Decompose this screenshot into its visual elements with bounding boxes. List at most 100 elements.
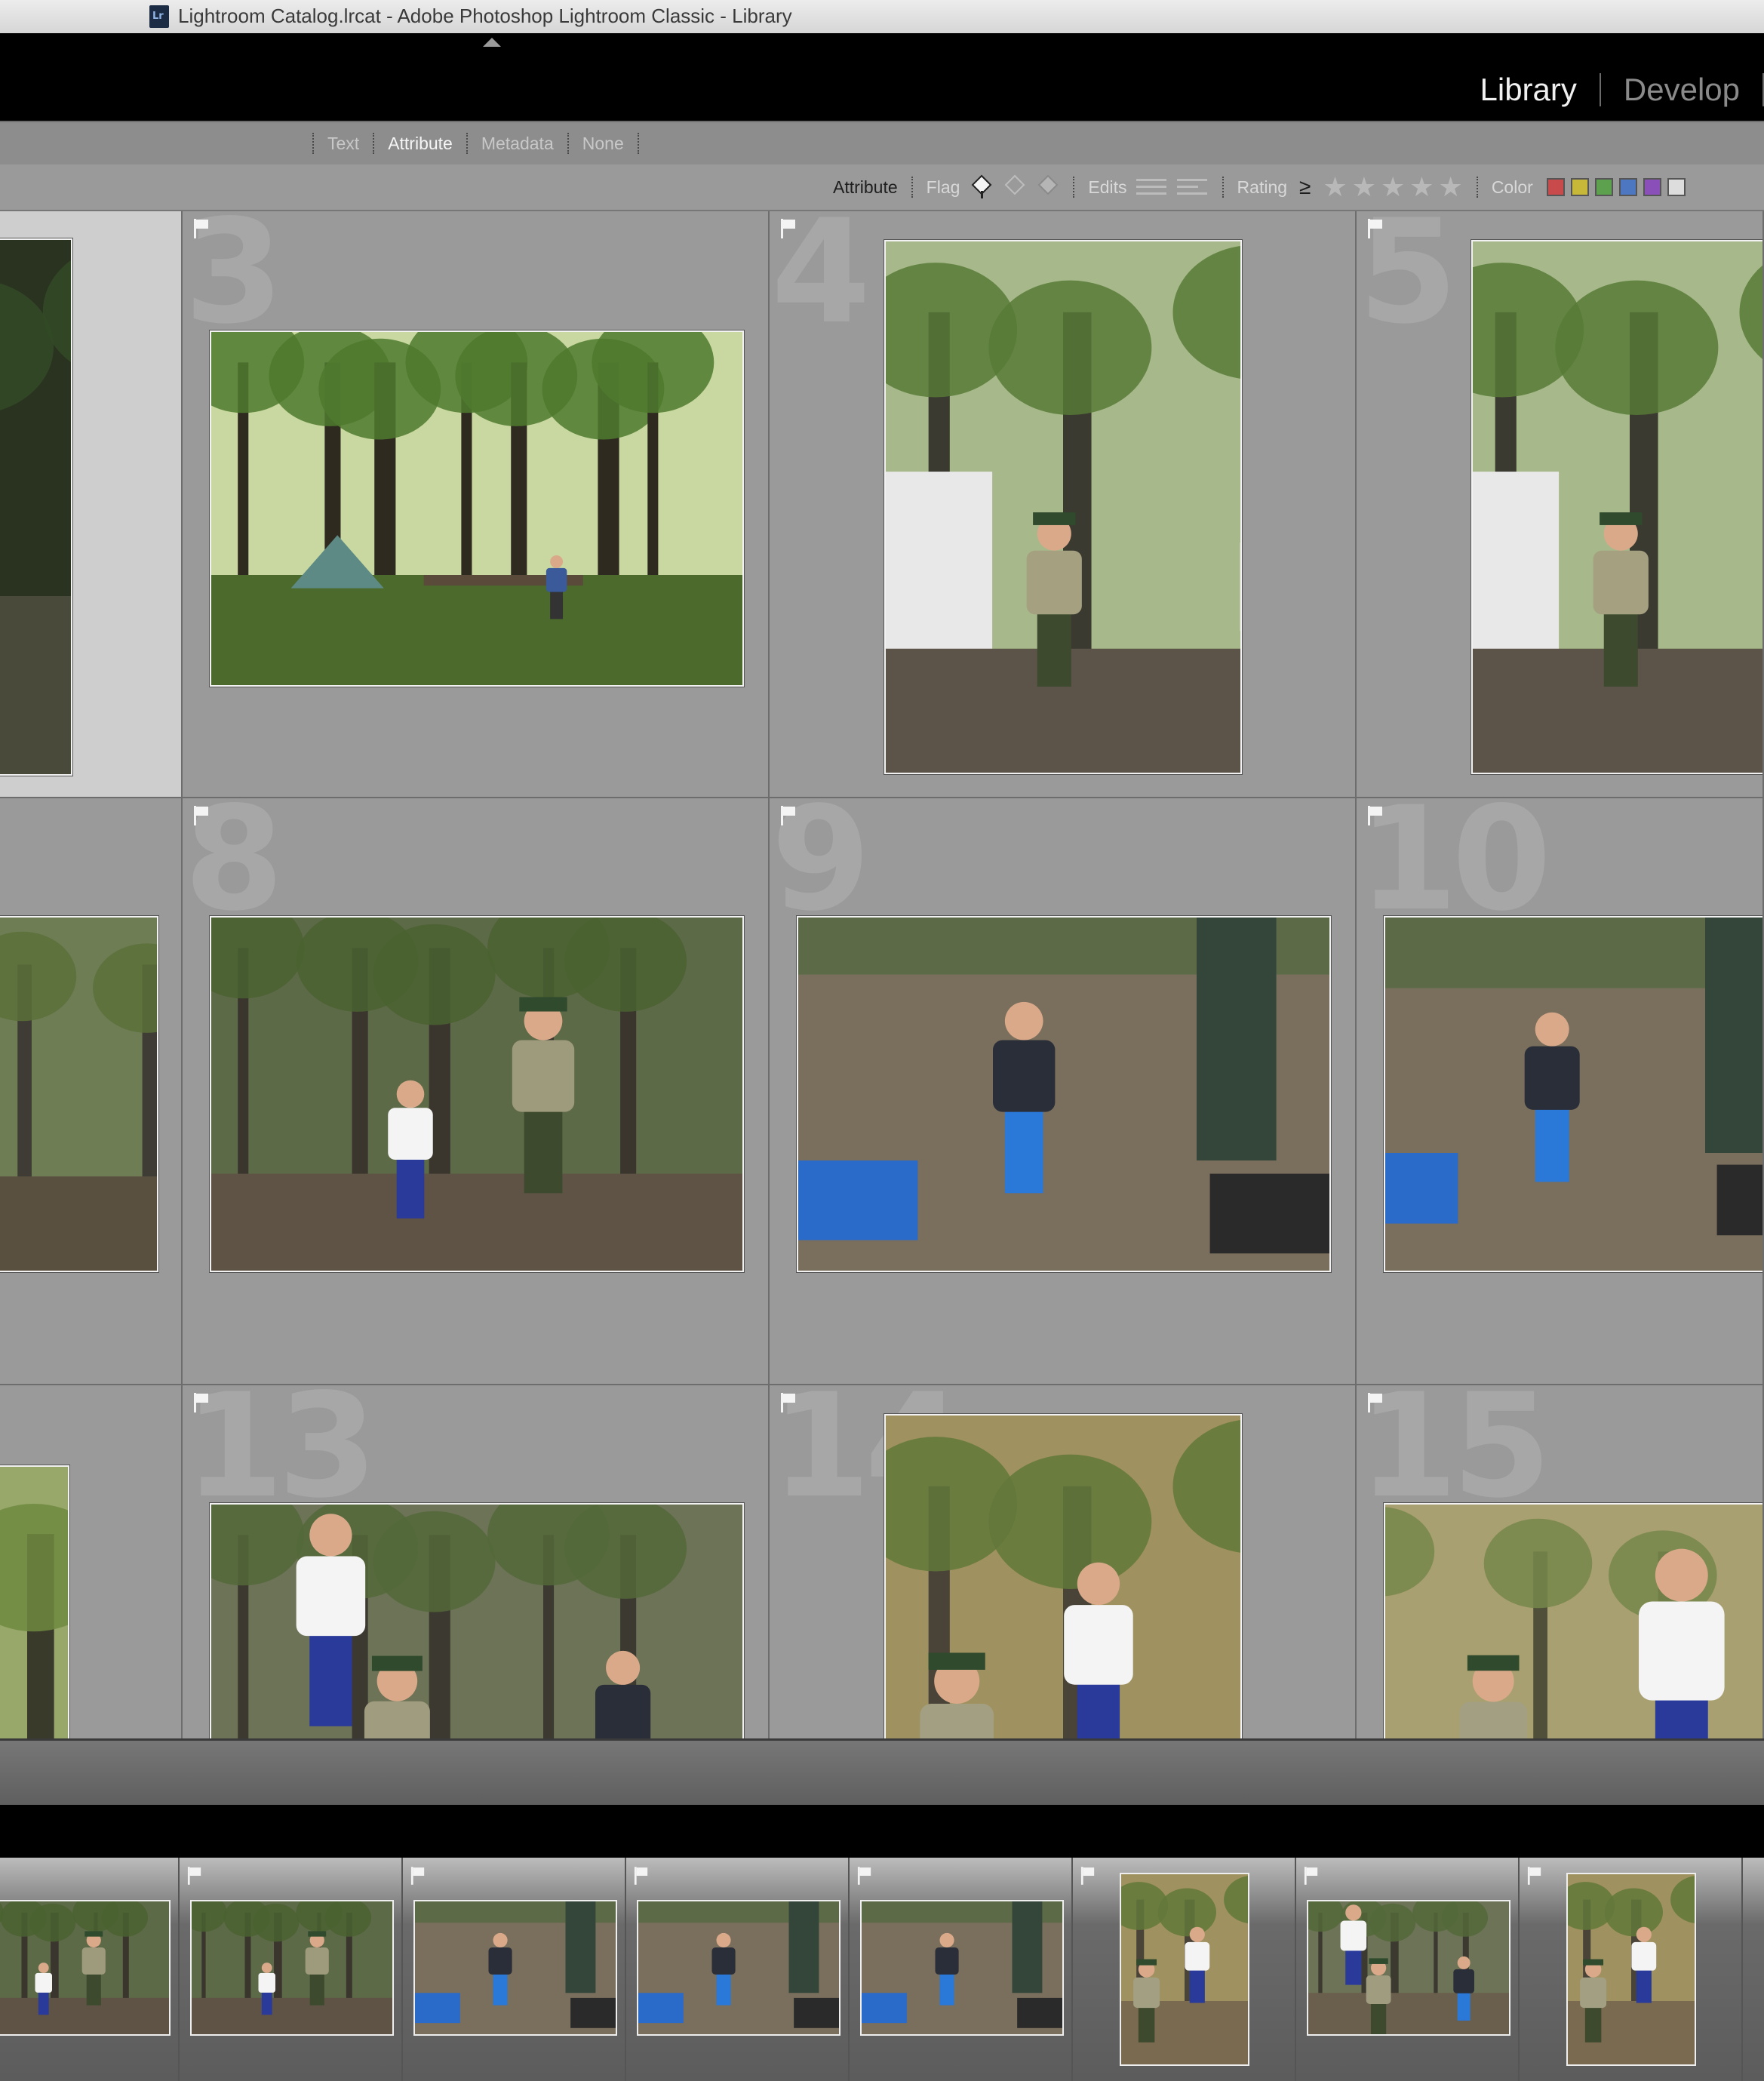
- filmstrip-cell[interactable]: [850, 1858, 1073, 2081]
- filmstrip-thumbnail[interactable]: [190, 1900, 394, 2036]
- library-grid-view: 3 4 5 8 9 10 13 14 15: [0, 211, 1764, 1738]
- flagged-filter-icon[interactable]: [970, 174, 993, 200]
- grid-cell[interactable]: [0, 211, 183, 798]
- grid-cell[interactable]: [0, 1385, 183, 1738]
- filmstrip-thumbnail[interactable]: [1566, 1873, 1696, 2066]
- window-title-bar: Lightroom Catalog.lrcat - Adobe Photosho…: [0, 0, 1764, 34]
- photo-thumbnail[interactable]: [210, 916, 744, 1272]
- module-develop[interactable]: Develop: [1601, 72, 1762, 108]
- photo-index-number: 10: [1358, 798, 1551, 942]
- flag-icon[interactable]: [857, 1867, 872, 1885]
- grid-cell[interactable]: [0, 798, 183, 1385]
- module-picker-bar: Library Develop: [0, 33, 1764, 121]
- rating-operator[interactable]: ≥: [1299, 175, 1311, 199]
- photo-index-number: 13: [184, 1385, 377, 1529]
- module-picker: Library Develop: [1458, 71, 1764, 109]
- flag-icon[interactable]: [410, 1867, 426, 1885]
- photo-thumbnail[interactable]: [884, 240, 1242, 774]
- color-swatch[interactable]: [1667, 178, 1686, 196]
- filter-tab-text[interactable]: Text: [327, 134, 359, 154]
- flag-icon[interactable]: [1367, 1393, 1384, 1412]
- filmstrip-cell[interactable]: [1073, 1858, 1296, 2081]
- filter-tab-attribute[interactable]: Attribute: [388, 134, 453, 154]
- filmstrip-thumbnail[interactable]: [1307, 1900, 1510, 2036]
- filmstrip-cell[interactable]: [403, 1858, 626, 2081]
- star-icon[interactable]: ★: [1352, 174, 1376, 201]
- flag-icon[interactable]: [187, 1867, 202, 1885]
- filmstrip-header: [0, 1805, 1764, 1858]
- color-swatch[interactable]: [1546, 178, 1565, 196]
- grid-cell[interactable]: 10: [1357, 798, 1764, 1385]
- lightroom-document-icon: [149, 5, 169, 28]
- color-swatch[interactable]: [1594, 178, 1613, 196]
- color-swatch[interactable]: [1643, 178, 1661, 196]
- star-icon[interactable]: ★: [1323, 174, 1347, 201]
- grid-cell[interactable]: 4: [770, 211, 1357, 798]
- color-label-swatches: [1541, 178, 1686, 196]
- filmstrip-thumbnail[interactable]: [1120, 1873, 1249, 2066]
- filmstrip-thumbnail[interactable]: [413, 1900, 617, 2036]
- grid-cell[interactable]: 8: [183, 798, 770, 1385]
- collapse-top-panel-icon[interactable]: [483, 38, 501, 47]
- filter-tab-none[interactable]: None: [582, 134, 624, 154]
- flag-icon[interactable]: [1367, 806, 1384, 825]
- star-icon[interactable]: ★: [1409, 174, 1434, 201]
- photo-thumbnail[interactable]: [1471, 240, 1762, 774]
- library-filter-bar: Text Attribute Metadata None: [0, 121, 1764, 166]
- grid-cell[interactable]: 5: [1357, 211, 1764, 798]
- rating-stars: ★ ★ ★ ★ ★: [1318, 174, 1462, 201]
- flag-icon[interactable]: [1080, 1867, 1096, 1885]
- grid-cell[interactable]: 3: [183, 211, 770, 798]
- photo-thumbnail[interactable]: [210, 1503, 744, 1738]
- grid-cell[interactable]: 15: [1357, 1385, 1764, 1738]
- filmstrip-thumbnail[interactable]: [860, 1900, 1064, 2036]
- filmstrip-cell[interactable]: [626, 1858, 850, 2081]
- photo-thumbnail[interactable]: [0, 238, 72, 776]
- flag-icon[interactable]: [193, 1393, 210, 1412]
- rating-label: Rating: [1237, 177, 1288, 197]
- photo-thumbnail[interactable]: [0, 1465, 69, 1738]
- flag-icon[interactable]: [780, 1393, 797, 1412]
- filmstrip: [0, 1858, 1764, 2081]
- edits-label: Edits: [1088, 177, 1127, 197]
- photo-thumbnail[interactable]: [1384, 1503, 1762, 1738]
- filmstrip-thumbnail[interactable]: [0, 1900, 171, 2036]
- star-icon[interactable]: ★: [1439, 174, 1463, 201]
- flag-icon[interactable]: [1527, 1867, 1542, 1885]
- star-icon[interactable]: ★: [1381, 174, 1405, 201]
- flag-icon[interactable]: [1367, 219, 1384, 238]
- photo-thumbnail[interactable]: [884, 1414, 1242, 1738]
- window-title: Lightroom Catalog.lrcat - Adobe Photosho…: [178, 5, 792, 27]
- filmstrip-thumbnail[interactable]: [637, 1900, 841, 2036]
- unedited-filter-icon[interactable]: [1135, 176, 1168, 198]
- unflagged-filter-icon[interactable]: [1003, 174, 1026, 200]
- filmstrip-cell[interactable]: [1296, 1858, 1520, 2081]
- flag-icon[interactable]: [634, 1867, 649, 1885]
- color-swatch[interactable]: [1570, 178, 1589, 196]
- grid-cell[interactable]: 14: [770, 1385, 1357, 1738]
- flag-icon[interactable]: [193, 219, 210, 238]
- grid-cell[interactable]: 9: [770, 798, 1357, 1385]
- flag-label: Flag: [926, 177, 960, 197]
- attribute-title: Attribute: [833, 177, 898, 197]
- flag-icon[interactable]: [1304, 1867, 1319, 1885]
- photo-thumbnail[interactable]: [210, 330, 744, 687]
- filmstrip-cell[interactable]: [1520, 1858, 1743, 2081]
- flag-icon[interactable]: [193, 806, 210, 825]
- grid-cell[interactable]: 13: [183, 1385, 770, 1738]
- attribute-filter-bar: Attribute Flag Edits Rating ≥ ★ ★ ★ ★ ★ …: [0, 164, 1764, 211]
- filmstrip-cell[interactable]: [180, 1858, 403, 2081]
- filter-tab-metadata[interactable]: Metadata: [481, 134, 554, 154]
- filmstrip-cell[interactable]: [0, 1858, 180, 2081]
- photo-thumbnail[interactable]: [0, 916, 158, 1272]
- photo-thumbnail[interactable]: [797, 916, 1331, 1272]
- photo-thumbnail[interactable]: [1384, 916, 1762, 1272]
- color-swatch[interactable]: [1618, 178, 1637, 196]
- rejected-filter-icon[interactable]: [1037, 174, 1059, 200]
- edited-filter-icon[interactable]: [1175, 176, 1209, 198]
- color-label: Color: [1491, 177, 1533, 197]
- module-library[interactable]: Library: [1458, 72, 1600, 108]
- photo-index-number: 15: [1358, 1385, 1551, 1529]
- flag-icon[interactable]: [780, 219, 797, 238]
- flag-icon[interactable]: [780, 806, 797, 825]
